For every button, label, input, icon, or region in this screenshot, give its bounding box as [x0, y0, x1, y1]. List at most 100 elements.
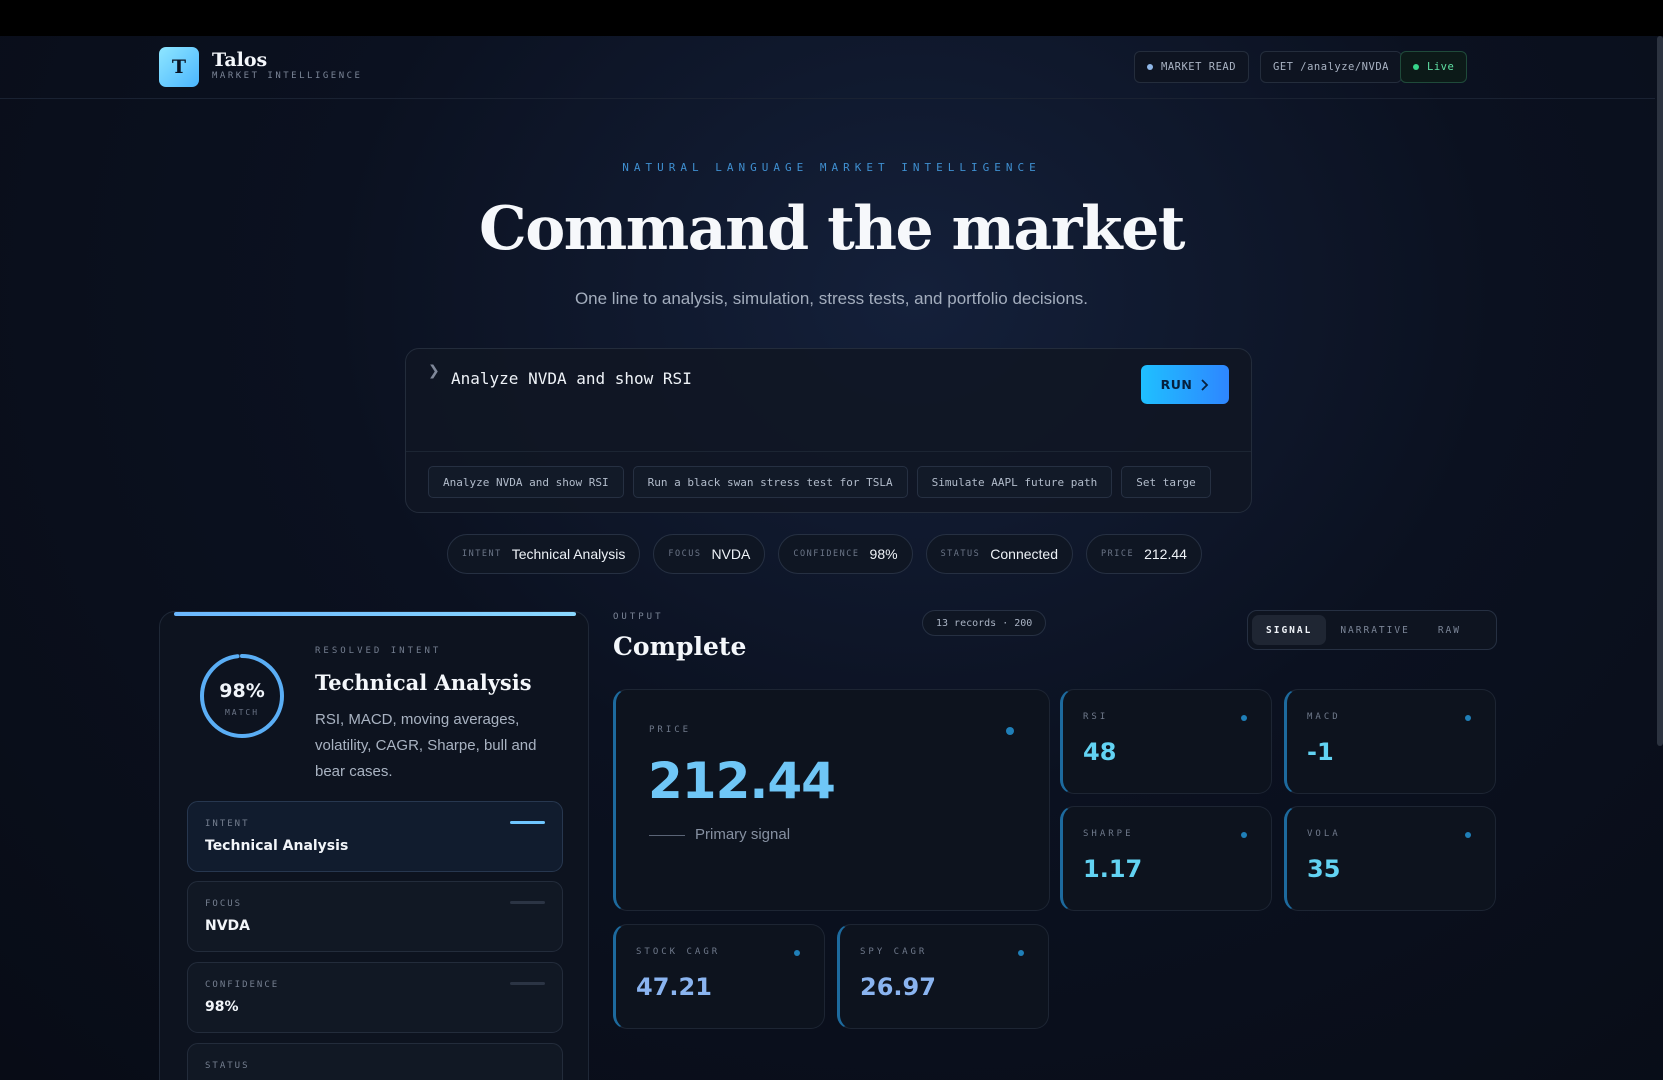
metric-dot-icon	[1465, 832, 1471, 838]
output-eyebrow: OUTPUT	[613, 612, 664, 622]
metric-dot-icon	[1241, 715, 1247, 721]
prompt-chevron-icon: ❯	[428, 363, 440, 379]
match-percentage: 98%	[219, 680, 265, 702]
price-pill: PRICE 212.44	[1086, 534, 1202, 574]
focus-card[interactable]: FOCUS NVDA	[187, 881, 563, 952]
run-button-label: RUN	[1160, 377, 1193, 392]
spy-cagr-metric-card[interactable]: SPY CAGR 26.97	[837, 924, 1049, 1029]
output-view-tabs: SIGNAL NARRATIVE RAW	[1247, 610, 1497, 650]
app-window: T Talos MARKET INTELLIGENCE MARKET READ …	[0, 36, 1663, 1080]
tab-raw[interactable]: RAW	[1424, 615, 1475, 645]
brand-tagline: MARKET INTELLIGENCE	[212, 71, 363, 81]
card-indicator	[510, 982, 545, 985]
metric-value: 1.17	[1083, 855, 1143, 883]
pill-label: CONFIDENCE	[793, 549, 860, 559]
pill-label: STATUS	[940, 549, 981, 559]
intent-card[interactable]: INTENT Technical Analysis	[187, 801, 563, 872]
confidence-card[interactable]: CONFIDENCE 98%	[187, 962, 563, 1033]
logo-icon[interactable]: T	[159, 47, 199, 87]
metric-label: PRICE	[649, 725, 692, 735]
panel-accent-bar	[174, 612, 576, 616]
resolved-intent-title: Technical Analysis	[315, 670, 532, 695]
price-sub-label: Primary signal	[695, 826, 791, 843]
resolved-intent-panel: 98% MATCH RESOLVED INTENT Technical Anal…	[159, 611, 589, 1080]
market-read-label: MARKET READ	[1161, 61, 1237, 73]
brand-name: Talos	[212, 49, 268, 71]
chevron-right-icon	[1201, 378, 1209, 391]
vola-metric-card[interactable]: VOLA 35	[1284, 806, 1496, 911]
suggestion-chip[interactable]: Simulate AAPL future path	[916, 466, 1113, 498]
pill-value: 212.44	[1144, 546, 1187, 562]
sharpe-metric-card[interactable]: SHARPE 1.17	[1060, 806, 1272, 911]
sub-divider	[649, 835, 685, 836]
metric-dot-icon	[1018, 950, 1024, 956]
hero-eyebrow: NATURAL LANGUAGE MARKET INTELLIGENCE	[622, 161, 1041, 174]
pill-label: INTENT	[462, 549, 502, 559]
pill-value: Technical Analysis	[511, 546, 626, 562]
endpoint-label: GET /analyze/NVDA	[1273, 61, 1389, 73]
resolved-intent-description: RSI, MACD, moving averages, volatility, …	[315, 711, 537, 780]
metric-value: 48	[1083, 738, 1117, 766]
pill-value: 98%	[869, 546, 898, 562]
macd-metric-card[interactable]: MACD -1	[1284, 689, 1496, 794]
suggestion-chip[interactable]: Run a black swan stress test for TSLA	[632, 466, 908, 498]
metric-label: STOCK CAGR	[636, 947, 721, 957]
card-value: Technical Analysis	[205, 838, 349, 854]
suggestion-list: Analyze NVDA and show RSI Run a black sw…	[428, 466, 1211, 498]
live-label: Live	[1427, 61, 1455, 73]
connection-status-pill: STATUS Connected	[925, 534, 1073, 574]
records-badge: 13 records · 200	[922, 610, 1047, 636]
metric-value: 47.21	[636, 973, 712, 1001]
endpoint-chip[interactable]: GET /analyze/NVDA	[1260, 51, 1402, 83]
tab-narrative[interactable]: NARRATIVE	[1326, 615, 1423, 645]
metric-dot-icon	[794, 950, 800, 956]
command-input[interactable]	[451, 369, 1111, 388]
intent-pill: INTENT Technical Analysis	[447, 534, 641, 574]
suggestion-chip[interactable]: Analyze NVDA and show RSI	[428, 466, 624, 498]
suggestion-chip[interactable]: Set targe	[1121, 466, 1211, 498]
tab-signal[interactable]: SIGNAL	[1252, 615, 1327, 645]
page-scrollbar[interactable]	[1657, 36, 1663, 746]
resolved-intent-eyebrow: RESOLVED INTENT	[315, 646, 442, 656]
focus-pill: FOCUS NVDA	[653, 534, 766, 574]
command-box: ❯ RUN Analyze NVDA and show RSI Run a bl…	[405, 348, 1252, 513]
live-status-badge[interactable]: Live	[1400, 51, 1468, 83]
card-value: 98%	[205, 999, 239, 1015]
command-divider	[406, 451, 1251, 452]
run-button[interactable]: RUN	[1141, 365, 1229, 404]
pill-value: Connected	[990, 546, 1058, 562]
card-indicator	[510, 821, 545, 824]
metric-dot-icon	[1241, 832, 1247, 838]
card-value: NVDA	[205, 918, 251, 934]
metric-value: 35	[1307, 855, 1341, 883]
price-metric-card[interactable]: PRICE 212.44 Primary signal	[613, 689, 1050, 911]
metric-label: SHARPE	[1083, 829, 1134, 839]
rsi-metric-card[interactable]: RSI 48	[1060, 689, 1272, 794]
pill-label: PRICE	[1101, 549, 1135, 559]
output-title: Complete	[613, 632, 747, 661]
metric-label: MACD	[1307, 712, 1341, 722]
top-header: T Talos MARKET INTELLIGENCE MARKET READ …	[0, 36, 1655, 99]
market-read-chip[interactable]: MARKET READ	[1134, 51, 1250, 83]
metric-value: 26.97	[860, 973, 936, 1001]
metric-label: RSI	[1083, 712, 1109, 722]
metric-label: VOLA	[1307, 829, 1341, 839]
status-dot-icon	[1147, 64, 1153, 70]
metric-dot-icon	[1465, 715, 1471, 721]
pill-label: FOCUS	[668, 549, 702, 559]
live-dot-icon	[1413, 64, 1419, 70]
status-card[interactable]: STATUS	[187, 1043, 563, 1080]
card-indicator	[510, 901, 545, 904]
metric-label: SPY CAGR	[860, 947, 928, 957]
card-label: STATUS	[205, 1061, 250, 1071]
confidence-pill: CONFIDENCE 98%	[778, 534, 913, 574]
card-label: FOCUS	[205, 899, 243, 909]
match-label: MATCH	[224, 708, 260, 717]
status-pill-row: INTENT Technical Analysis FOCUS NVDA CON…	[447, 534, 1202, 574]
hero-title: Command the market	[479, 194, 1185, 264]
stock-cagr-metric-card[interactable]: STOCK CAGR 47.21	[613, 924, 825, 1029]
card-label: INTENT	[205, 819, 250, 829]
metric-value: -1	[1307, 738, 1334, 766]
metric-dot-icon	[1006, 727, 1014, 735]
hero-subtitle: One line to analysis, simulation, stress…	[574, 289, 1089, 308]
